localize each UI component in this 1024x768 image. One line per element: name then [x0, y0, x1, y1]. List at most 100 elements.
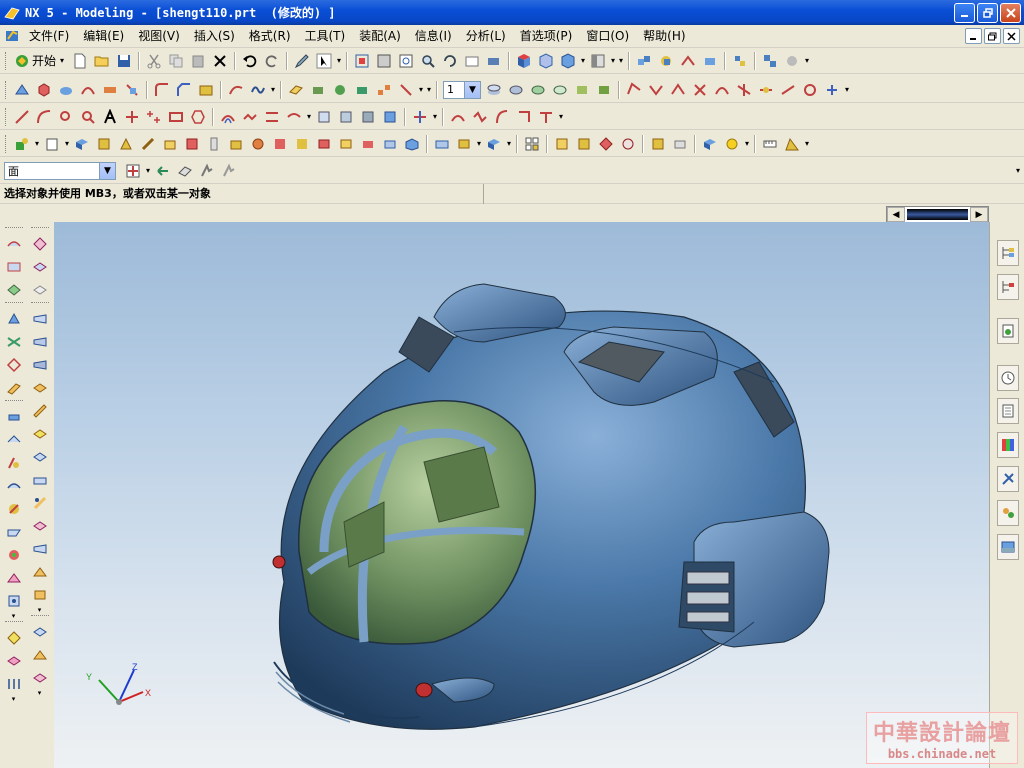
save-button[interactable] [113, 50, 135, 72]
surface-button-6[interactable] [733, 79, 755, 101]
surface-tool-8[interactable] [3, 405, 25, 428]
form-button-24[interactable] [617, 133, 639, 155]
orient-view-button[interactable] [587, 50, 609, 72]
smooth-spline-button[interactable] [535, 106, 557, 128]
chamfer-button[interactable] [173, 79, 195, 101]
section-curve-button[interactable] [335, 106, 357, 128]
explode-button[interactable] [729, 50, 751, 72]
fit-view-button[interactable] [351, 50, 373, 72]
surface-tool-18[interactable] [3, 649, 25, 672]
divide-curve-button[interactable] [513, 106, 535, 128]
toolbar-grip[interactable] [5, 80, 8, 99]
shell-button[interactable] [195, 79, 217, 101]
system-scenes-tab[interactable] [997, 534, 1019, 560]
chevron-down-icon[interactable]: ▾ [505, 133, 513, 155]
form-button-26[interactable] [669, 133, 691, 155]
block-button[interactable] [41, 133, 63, 155]
chevron-down-icon[interactable]: ▾ [305, 106, 313, 128]
cut-button[interactable] [143, 50, 165, 72]
wireframe-button[interactable] [535, 50, 557, 72]
form-button-1[interactable] [71, 133, 93, 155]
menu-preferences[interactable]: 首选项(P) [513, 27, 580, 46]
form-button-21[interactable] [551, 133, 573, 155]
edit-parameters-button[interactable] [469, 106, 491, 128]
scroll-left-button[interactable]: ◀ [887, 207, 905, 222]
chevron-down-icon[interactable]: ▾ [609, 50, 617, 72]
surface-tool-9[interactable] [3, 428, 25, 451]
offset-curve-button[interactable] [217, 106, 239, 128]
model-viewport[interactable]: Z X Y [54, 222, 989, 768]
snap-point-button[interactable] [122, 160, 144, 182]
rotate-button[interactable] [439, 50, 461, 72]
history-tab[interactable] [997, 365, 1019, 391]
fillet-curve-button[interactable] [77, 106, 99, 128]
form-button-8[interactable] [225, 133, 247, 155]
line-button[interactable] [11, 106, 33, 128]
points-button[interactable] [143, 106, 165, 128]
surface-button-9[interactable] [799, 79, 821, 101]
layer-category-button[interactable] [571, 79, 593, 101]
datum-plane-button[interactable] [285, 79, 307, 101]
point-set-button[interactable] [121, 106, 143, 128]
edit-surface-tool-10[interactable] [29, 445, 51, 468]
menu-insert[interactable]: 插入(S) [187, 27, 242, 46]
restore-button[interactable] [977, 3, 998, 23]
selection-filter-combo[interactable]: 面 ▼ [4, 161, 116, 180]
edit-surface-tool-13[interactable] [29, 514, 51, 537]
edit-surface-tool-18[interactable] [29, 643, 51, 666]
chevron-down-icon[interactable]: ▾ [579, 50, 587, 72]
general-selection-button[interactable] [152, 160, 174, 182]
form-button-18[interactable] [453, 133, 475, 155]
menu-file[interactable]: 文件(F) [22, 27, 76, 46]
menu-window[interactable]: 窗口(O) [579, 27, 636, 46]
edit-surface-tool-19[interactable] [29, 666, 51, 689]
surface-tool-11[interactable] [3, 474, 25, 497]
edit-surface-tool-1[interactable] [29, 232, 51, 255]
measure-button[interactable] [759, 50, 781, 72]
mirror-button[interactable] [395, 79, 417, 101]
open-file-button[interactable] [91, 50, 113, 72]
form-button-7[interactable] [203, 133, 225, 155]
bridge-curve-button[interactable] [239, 106, 261, 128]
status-scroller[interactable]: ◀ ▶ [886, 206, 989, 223]
chevron-down-icon[interactable]: ▾ [144, 160, 152, 182]
assembly-button[interactable] [633, 50, 655, 72]
edit-surface-tool-2[interactable] [29, 255, 51, 278]
surface-tool-1[interactable] [3, 232, 25, 255]
surface-tool-10[interactable] [3, 451, 25, 474]
assembly-navigator-tab[interactable] [997, 240, 1019, 266]
start-button[interactable]: 开始 ▾ [11, 50, 69, 72]
form-button-4[interactable] [137, 133, 159, 155]
mate-button[interactable] [677, 50, 699, 72]
edit-curve-button[interactable] [447, 106, 469, 128]
chevron-down-icon[interactable]: ▾ [38, 606, 42, 614]
extract-curve-button[interactable] [313, 106, 335, 128]
form-button-10[interactable] [269, 133, 291, 155]
delete-button[interactable] [209, 50, 231, 72]
chevron-down-icon[interactable]: ▾ [425, 79, 433, 101]
form-button-9[interactable] [247, 133, 269, 155]
surface-tool-7[interactable] [3, 376, 25, 399]
copy-to-layer-button[interactable] [527, 79, 549, 101]
move-to-layer-button[interactable] [505, 79, 527, 101]
chevron-down-icon[interactable]: ▼ [99, 162, 115, 179]
join-curve-button[interactable] [379, 106, 401, 128]
surface-tool-17[interactable] [3, 626, 25, 649]
system-materials-tab[interactable] [997, 398, 1019, 424]
edit-surface-tool-6[interactable] [29, 353, 51, 376]
trim-button[interactable] [121, 79, 143, 101]
select-feature-button[interactable] [196, 160, 218, 182]
measure-distance-button[interactable] [759, 133, 781, 155]
surface-tool-4[interactable] [3, 307, 25, 330]
reposition-button[interactable] [699, 50, 721, 72]
form-button-2[interactable] [93, 133, 115, 155]
chevron-down-icon[interactable]: ▾ [335, 50, 343, 72]
select-body-button[interactable] [218, 160, 240, 182]
form-button-14[interactable] [357, 133, 379, 155]
minimize-button[interactable] [954, 3, 975, 23]
trim-curve-button[interactable] [409, 106, 431, 128]
edit-surface-tool-16[interactable] [29, 583, 51, 606]
sketch-feature-button[interactable] [11, 133, 33, 155]
edit-surface-tool-11[interactable] [29, 468, 51, 491]
light-button[interactable] [721, 133, 743, 155]
